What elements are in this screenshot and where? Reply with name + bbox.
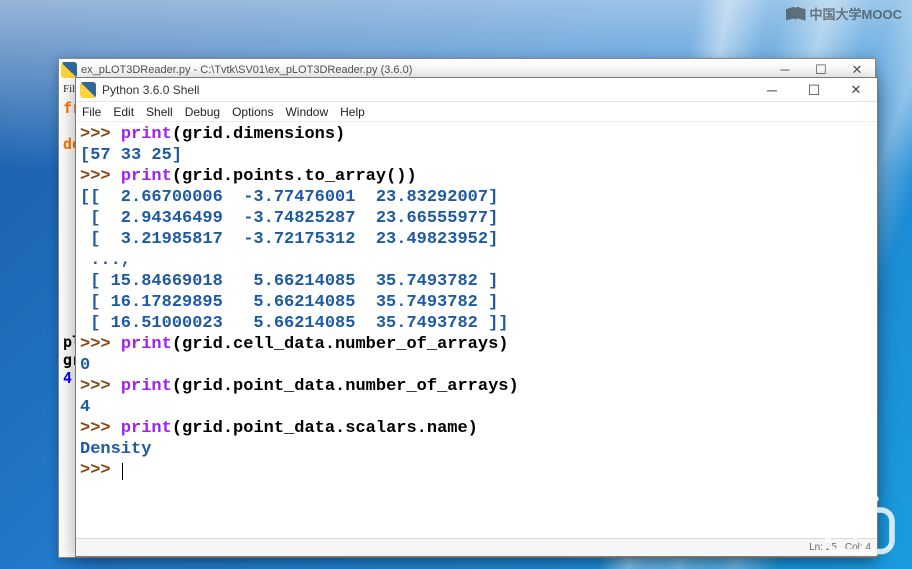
shell-line: 0: [80, 355, 873, 376]
prompt: >>>: [80, 377, 121, 396]
shell-titlebar[interactable]: Python 3.6.0 Shell ─ ☐ ✕: [76, 78, 877, 102]
shell-line: Density: [80, 439, 873, 460]
shell-output-area[interactable]: >>> print(grid.dimensions)[57 33 25]>>> …: [76, 122, 877, 538]
menu-edit[interactable]: Edit: [113, 105, 134, 119]
tv-play-icon: [820, 494, 900, 558]
menu-options[interactable]: Options: [232, 105, 273, 119]
book-icon: [786, 7, 806, 21]
output-text: [ 2.94346499 -3.74825287 23.66555977]: [80, 209, 498, 228]
output-text: [ 15.84669018 5.66214085 35.7493782 ]: [80, 272, 498, 291]
output-text: [ 16.51000023 5.66214085 35.7493782 ]]: [80, 314, 508, 333]
keyword: print: [121, 125, 172, 144]
maximize-button[interactable]: ☐: [793, 78, 835, 101]
output-text: [ 3.21985817 -3.72175312 23.49823952]: [80, 230, 498, 249]
menu-help[interactable]: Help: [340, 105, 365, 119]
arguments: (grid.dimensions): [172, 125, 345, 144]
output-text: Density: [80, 440, 151, 459]
shell-line: [ 2.94346499 -3.74825287 23.66555977]: [80, 208, 873, 229]
bilibili-watermark: [820, 494, 900, 563]
prompt: >>>: [80, 419, 121, 438]
python-icon: [80, 82, 96, 98]
mooc-watermark: 中国大学MOOC: [786, 4, 902, 23]
arguments: (grid.point_data.scalars.name): [172, 419, 478, 438]
python-shell-window: Python 3.6.0 Shell ─ ☐ ✕ File Edit Shell…: [75, 77, 878, 557]
shell-line: >>>: [80, 460, 873, 481]
prompt: >>>: [80, 461, 121, 480]
mooc-watermark-text: 中国大学MOOC: [810, 4, 902, 23]
output-text: [[ 2.66700006 -3.77476001 23.83292007]: [80, 188, 498, 207]
shell-statusbar: Ln: 25 Col: 4: [76, 538, 877, 556]
shell-menubar: File Edit Shell Debug Options Window Hel…: [76, 102, 877, 122]
bg-snip-four: 4: [63, 369, 72, 387]
keyword: print: [121, 419, 172, 438]
output-text: 0: [80, 356, 90, 375]
shell-line: >>> print(grid.dimensions): [80, 124, 873, 145]
shell-line: >>> print(grid.point_data.number_of_arra…: [80, 376, 873, 397]
prompt: >>>: [80, 125, 121, 144]
output-text: [57 33 25]: [80, 146, 182, 165]
shell-line: [ 16.17829895 5.66214085 35.7493782 ]: [80, 292, 873, 313]
shell-line: ...,: [80, 250, 873, 271]
shell-window-controls: ─ ☐ ✕: [751, 78, 877, 101]
shell-window-title: Python 3.6.0 Shell: [102, 83, 199, 97]
arguments: (grid.cell_data.number_of_arrays): [172, 335, 509, 354]
bg-close-button[interactable]: ✕: [839, 62, 875, 78]
python-icon: [61, 62, 77, 78]
menu-debug[interactable]: Debug: [185, 105, 220, 119]
bg-minimize-button[interactable]: ─: [767, 62, 803, 78]
shell-line: >>> print(grid.points.to_array()): [80, 166, 873, 187]
shell-line: 4: [80, 397, 873, 418]
shell-line: [57 33 25]: [80, 145, 873, 166]
shell-line: [ 16.51000023 5.66214085 35.7493782 ]]: [80, 313, 873, 334]
text-cursor: [122, 463, 123, 480]
prompt: >>>: [80, 335, 121, 354]
keyword: print: [121, 377, 172, 396]
bg-window-title: ex_pLOT3DReader.py - C:\Tvtk\SV01\ex_pLO…: [81, 64, 412, 76]
menu-file[interactable]: File: [82, 105, 101, 119]
keyword: print: [121, 167, 172, 186]
arguments: (grid.points.to_array()): [172, 167, 417, 186]
minimize-button[interactable]: ─: [751, 78, 793, 101]
shell-line: [ 3.21985817 -3.72175312 23.49823952]: [80, 229, 873, 250]
bg-maximize-button[interactable]: ☐: [803, 62, 839, 78]
shell-line: [[ 2.66700006 -3.77476001 23.83292007]: [80, 187, 873, 208]
close-button[interactable]: ✕: [835, 78, 877, 101]
output-text: [ 16.17829895 5.66214085 35.7493782 ]: [80, 293, 498, 312]
keyword: print: [121, 335, 172, 354]
prompt: >>>: [80, 167, 121, 186]
menu-window[interactable]: Window: [285, 105, 328, 119]
shell-line: >>> print(grid.cell_data.number_of_array…: [80, 334, 873, 355]
menu-shell[interactable]: Shell: [146, 105, 173, 119]
bg-window-controls: ─ ☐ ✕: [767, 62, 875, 78]
output-text: 4: [80, 398, 90, 417]
output-text: ...,: [80, 251, 141, 270]
shell-line: >>> print(grid.point_data.scalars.name): [80, 418, 873, 439]
arguments: (grid.point_data.number_of_arrays): [172, 377, 519, 396]
shell-line: [ 15.84669018 5.66214085 35.7493782 ]: [80, 271, 873, 292]
